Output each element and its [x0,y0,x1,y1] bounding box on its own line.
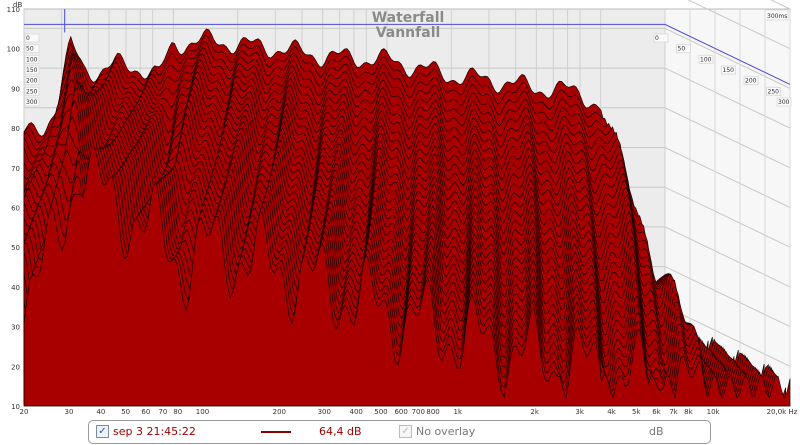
legend-panel: ✓ sep 3 21:45:22 64,4 dB ✓ No overlay dB [88,420,711,444]
x-tick-label: 8k [684,408,693,416]
time-label-right: 250 [768,88,780,95]
y-tick-label: 30 [11,324,20,332]
x-tick-label: 60 [141,408,150,416]
measurement-checkbox[interactable]: ✓ [96,425,109,438]
x-tick-label: 6k [652,408,661,416]
x-tick-label: 300 [318,408,331,416]
x-tick-label: 100 [196,408,209,416]
y-tick-label: 100 [7,46,20,54]
y-tick-label: 80 [11,125,20,133]
x-tick-label: 30 [65,408,74,416]
time-label-left: 250 [26,88,38,95]
y-tick-label: 50 [11,244,20,252]
overlay-checkbox[interactable]: ✓ [399,425,412,438]
waterfall-chart[interactable]: 10203040506070809010011020 30 40 50 60 70 80 10… [0,0,800,418]
x-tick-label: 70 [158,408,167,416]
time-label-right: 50 [678,46,686,53]
y-tick-label: 40 [11,284,20,292]
time-label-right: 150 [723,67,735,74]
unit-label: dB [649,425,664,438]
x-tick-label: 2k [530,408,539,416]
x-tick-label: 4k [607,408,616,416]
y-tick-label: 20 [11,363,20,371]
time-label-right: 200 [745,78,757,85]
series-line-sample [261,431,291,433]
x-tick-label: 700 [412,408,425,416]
time-label-left: 150 [26,67,38,74]
overlay-label: No overlay [416,425,476,438]
time-label-left: 50 [26,46,34,53]
x-tick-label: 3k [575,408,584,416]
time-label-right: 300 [778,99,790,106]
y-tick-label: 90 [11,85,20,93]
x-tick-label: 7k [669,408,678,416]
x-tick-label: 5k [632,408,641,416]
time-label-left: 0 [26,35,30,42]
x-tick-label: 10k [707,408,721,416]
x-tick-label: 20 [20,408,29,416]
level-readout: 64,4 dB [319,425,362,438]
time-label-right: 100 [700,56,712,63]
x-tick-label: 400 [350,408,363,416]
measurement-name: sep 3 21:45:22 [113,425,196,438]
x-tick-label: 20,0k Hz [767,408,798,416]
y-tick-label: 60 [11,205,20,213]
x-tick-label: 40 [96,408,105,416]
chart-subtitle: Vannfall [376,25,441,41]
x-tick-label: 800 [426,408,439,416]
x-tick-label: 600 [394,408,407,416]
chart-title: Waterfall [372,10,445,26]
x-tick-label: 500 [374,408,387,416]
y-tick-label: 70 [11,165,20,173]
x-tick-label: 200 [273,408,286,416]
x-tick-label: 50 [121,408,130,416]
x-tick-label: 1k [454,408,463,416]
time-label-left: 300 [26,99,38,106]
time-label-left: 200 [26,78,38,85]
time-end-label: 300ms [767,13,787,20]
time-label-right: 0 [655,35,659,42]
y-axis-label: dB [13,1,22,9]
x-tick-label: 80 [173,408,182,416]
time-label-left: 100 [26,56,38,63]
